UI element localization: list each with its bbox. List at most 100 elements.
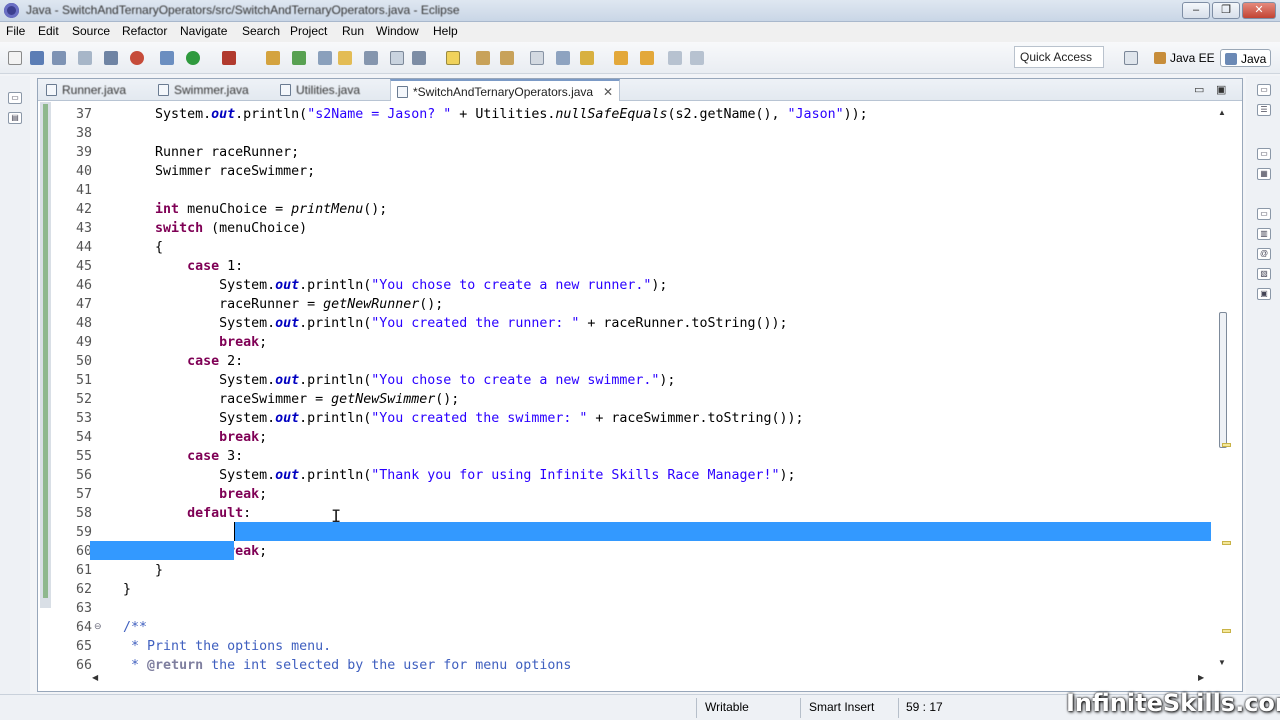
outline-icon[interactable]: ▦ bbox=[1257, 168, 1271, 180]
code-line-55: case 3: bbox=[187, 449, 244, 464]
open-perspective-button-icon[interactable] bbox=[1124, 51, 1138, 65]
back-icon[interactable] bbox=[614, 51, 628, 65]
menu-bar: File Edit Source Refactor Navigate Searc… bbox=[0, 22, 1280, 42]
line-number: 63 bbox=[75, 601, 92, 616]
horizontal-scrollbar[interactable]: ◀ ▶ bbox=[88, 673, 1214, 687]
tab-swimmer[interactable]: Swimmer.java bbox=[152, 79, 262, 101]
eclipse-logo-icon bbox=[4, 3, 19, 18]
menu-file[interactable]: File bbox=[6, 24, 25, 38]
line-number: 46 bbox=[75, 278, 92, 293]
problems-icon[interactable]: ▥ bbox=[1257, 228, 1271, 240]
scroll-up-arrow-icon[interactable]: ▲ bbox=[1218, 108, 1226, 117]
menu-refactor[interactable]: Refactor bbox=[122, 24, 167, 38]
change-marker bbox=[43, 104, 48, 598]
show-whitespace-icon[interactable] bbox=[412, 51, 426, 65]
declaration-icon[interactable]: ▧ bbox=[1257, 268, 1271, 280]
code-line-47: raceRunner = getNewRunner(); bbox=[91, 297, 444, 312]
open-task-icon[interactable] bbox=[364, 51, 378, 65]
scroll-right-arrow-icon[interactable]: ▶ bbox=[1198, 673, 1204, 682]
tab-utilities[interactable]: Utilities.java bbox=[274, 79, 390, 101]
code-text-area[interactable]: System.out.println("s2Name = Jason? " + … bbox=[91, 105, 1211, 675]
history-back-icon[interactable] bbox=[668, 51, 682, 65]
save-icon[interactable] bbox=[30, 51, 44, 65]
open-perspective-icon[interactable] bbox=[556, 51, 570, 65]
save-all-icon[interactable] bbox=[52, 51, 66, 65]
vertical-scrollbar[interactable]: ▲ ▼ bbox=[1212, 102, 1242, 672]
folder-icon[interactable] bbox=[580, 51, 594, 65]
scroll-thumb[interactable] bbox=[1219, 312, 1227, 448]
new-class-icon[interactable] bbox=[292, 51, 306, 65]
perspective-java-ee[interactable]: Java EE bbox=[1154, 49, 1215, 67]
quick-access-field[interactable]: Quick Access bbox=[1014, 46, 1104, 68]
menu-help[interactable]: Help bbox=[433, 24, 458, 38]
status-insert-mode: Smart Insert bbox=[809, 700, 875, 714]
task-list-icon[interactable]: ☰ bbox=[1257, 104, 1271, 116]
line-number: 48 bbox=[75, 316, 92, 331]
menu-edit[interactable]: Edit bbox=[38, 24, 59, 38]
overview-marker[interactable] bbox=[1222, 541, 1231, 545]
line-number: 44 bbox=[75, 240, 92, 255]
prev-annotation-icon[interactable] bbox=[500, 51, 514, 65]
toggle-mark-icon[interactable] bbox=[390, 51, 404, 65]
text-selection bbox=[90, 541, 234, 560]
forward-icon[interactable] bbox=[640, 51, 654, 65]
new-package-icon[interactable] bbox=[266, 51, 280, 65]
run-icon[interactable] bbox=[186, 51, 200, 65]
line-number: 56 bbox=[75, 468, 92, 483]
close-button[interactable]: ✕ bbox=[1242, 2, 1276, 19]
restore-icon[interactable]: ▭ bbox=[1257, 84, 1271, 96]
highlight-icon[interactable] bbox=[446, 51, 460, 65]
minimize-editor-icon[interactable]: ▭ bbox=[1194, 83, 1204, 96]
status-separator bbox=[800, 698, 801, 718]
restore-icon[interactable]: ▭ bbox=[1257, 148, 1271, 160]
tab-switch-and-ternary-operators[interactable]: *SwitchAndTernaryOperators.java ✕ bbox=[390, 79, 621, 103]
restore-icon[interactable]: ▭ bbox=[1257, 208, 1271, 220]
last-edit-icon[interactable] bbox=[530, 51, 544, 65]
search-icon[interactable] bbox=[318, 51, 332, 65]
javadoc-icon[interactable]: @ bbox=[1257, 248, 1271, 260]
title-bar: Java - SwitchAndTernaryOperators/src/Swi… bbox=[0, 0, 1280, 22]
tab-label: Swimmer.java bbox=[174, 83, 249, 97]
text-caret bbox=[234, 522, 235, 541]
close-tab-icon[interactable]: ✕ bbox=[603, 81, 613, 103]
tab-label: Utilities.java bbox=[296, 83, 361, 97]
maximize-editor-icon[interactable]: ▣ bbox=[1216, 83, 1226, 96]
new-icon[interactable] bbox=[8, 51, 22, 65]
restore-icon[interactable]: ▭ bbox=[8, 92, 22, 104]
menu-run[interactable]: Run bbox=[342, 24, 364, 38]
package-explorer-icon[interactable]: ▤ bbox=[8, 112, 22, 124]
menu-navigate[interactable]: Navigate bbox=[180, 24, 227, 38]
menu-project[interactable]: Project bbox=[290, 24, 327, 38]
print-icon[interactable] bbox=[78, 51, 92, 65]
line-number: 62 bbox=[75, 582, 92, 597]
line-number: 55 bbox=[75, 449, 92, 464]
java-ee-icon bbox=[1154, 52, 1166, 64]
maximize-button[interactable]: ❐ bbox=[1212, 2, 1240, 19]
menu-search[interactable]: Search bbox=[242, 24, 280, 38]
scroll-left-arrow-icon[interactable]: ◀ bbox=[92, 673, 98, 682]
overview-marker[interactable] bbox=[1222, 629, 1231, 633]
debug-icon[interactable] bbox=[130, 51, 144, 65]
server-icon[interactable] bbox=[104, 51, 118, 65]
java-perspective-icon bbox=[1225, 53, 1237, 65]
menu-source[interactable]: Source bbox=[72, 24, 110, 38]
next-annotation-icon[interactable] bbox=[476, 51, 490, 65]
minimize-button[interactable]: – bbox=[1182, 2, 1210, 19]
overview-marker[interactable] bbox=[1222, 443, 1231, 447]
code-line-37: System.out.println("s2Name = Jason? " + … bbox=[91, 107, 868, 122]
tab-runner[interactable]: Runner.java bbox=[40, 79, 152, 101]
perspective-java[interactable]: Java bbox=[1220, 49, 1272, 67]
history-forward-icon[interactable] bbox=[690, 51, 704, 65]
line-number: 37 bbox=[75, 107, 92, 122]
line-number: 42 bbox=[75, 202, 92, 217]
build-icon[interactable] bbox=[160, 51, 174, 65]
text-selection bbox=[234, 522, 1211, 541]
code-line-52: raceSwimmer = getNewSwimmer(); bbox=[91, 392, 460, 407]
window-title: Java - SwitchAndTernaryOperators/src/Swi… bbox=[26, 3, 460, 17]
code-line-56: System.out.println("Thank you for using … bbox=[91, 468, 796, 483]
scroll-down-arrow-icon[interactable]: ▼ bbox=[1218, 658, 1226, 667]
external-tools-icon[interactable] bbox=[222, 51, 236, 65]
menu-window[interactable]: Window bbox=[376, 24, 419, 38]
open-type-icon[interactable] bbox=[338, 51, 352, 65]
console-icon[interactable]: ▣ bbox=[1257, 288, 1271, 300]
